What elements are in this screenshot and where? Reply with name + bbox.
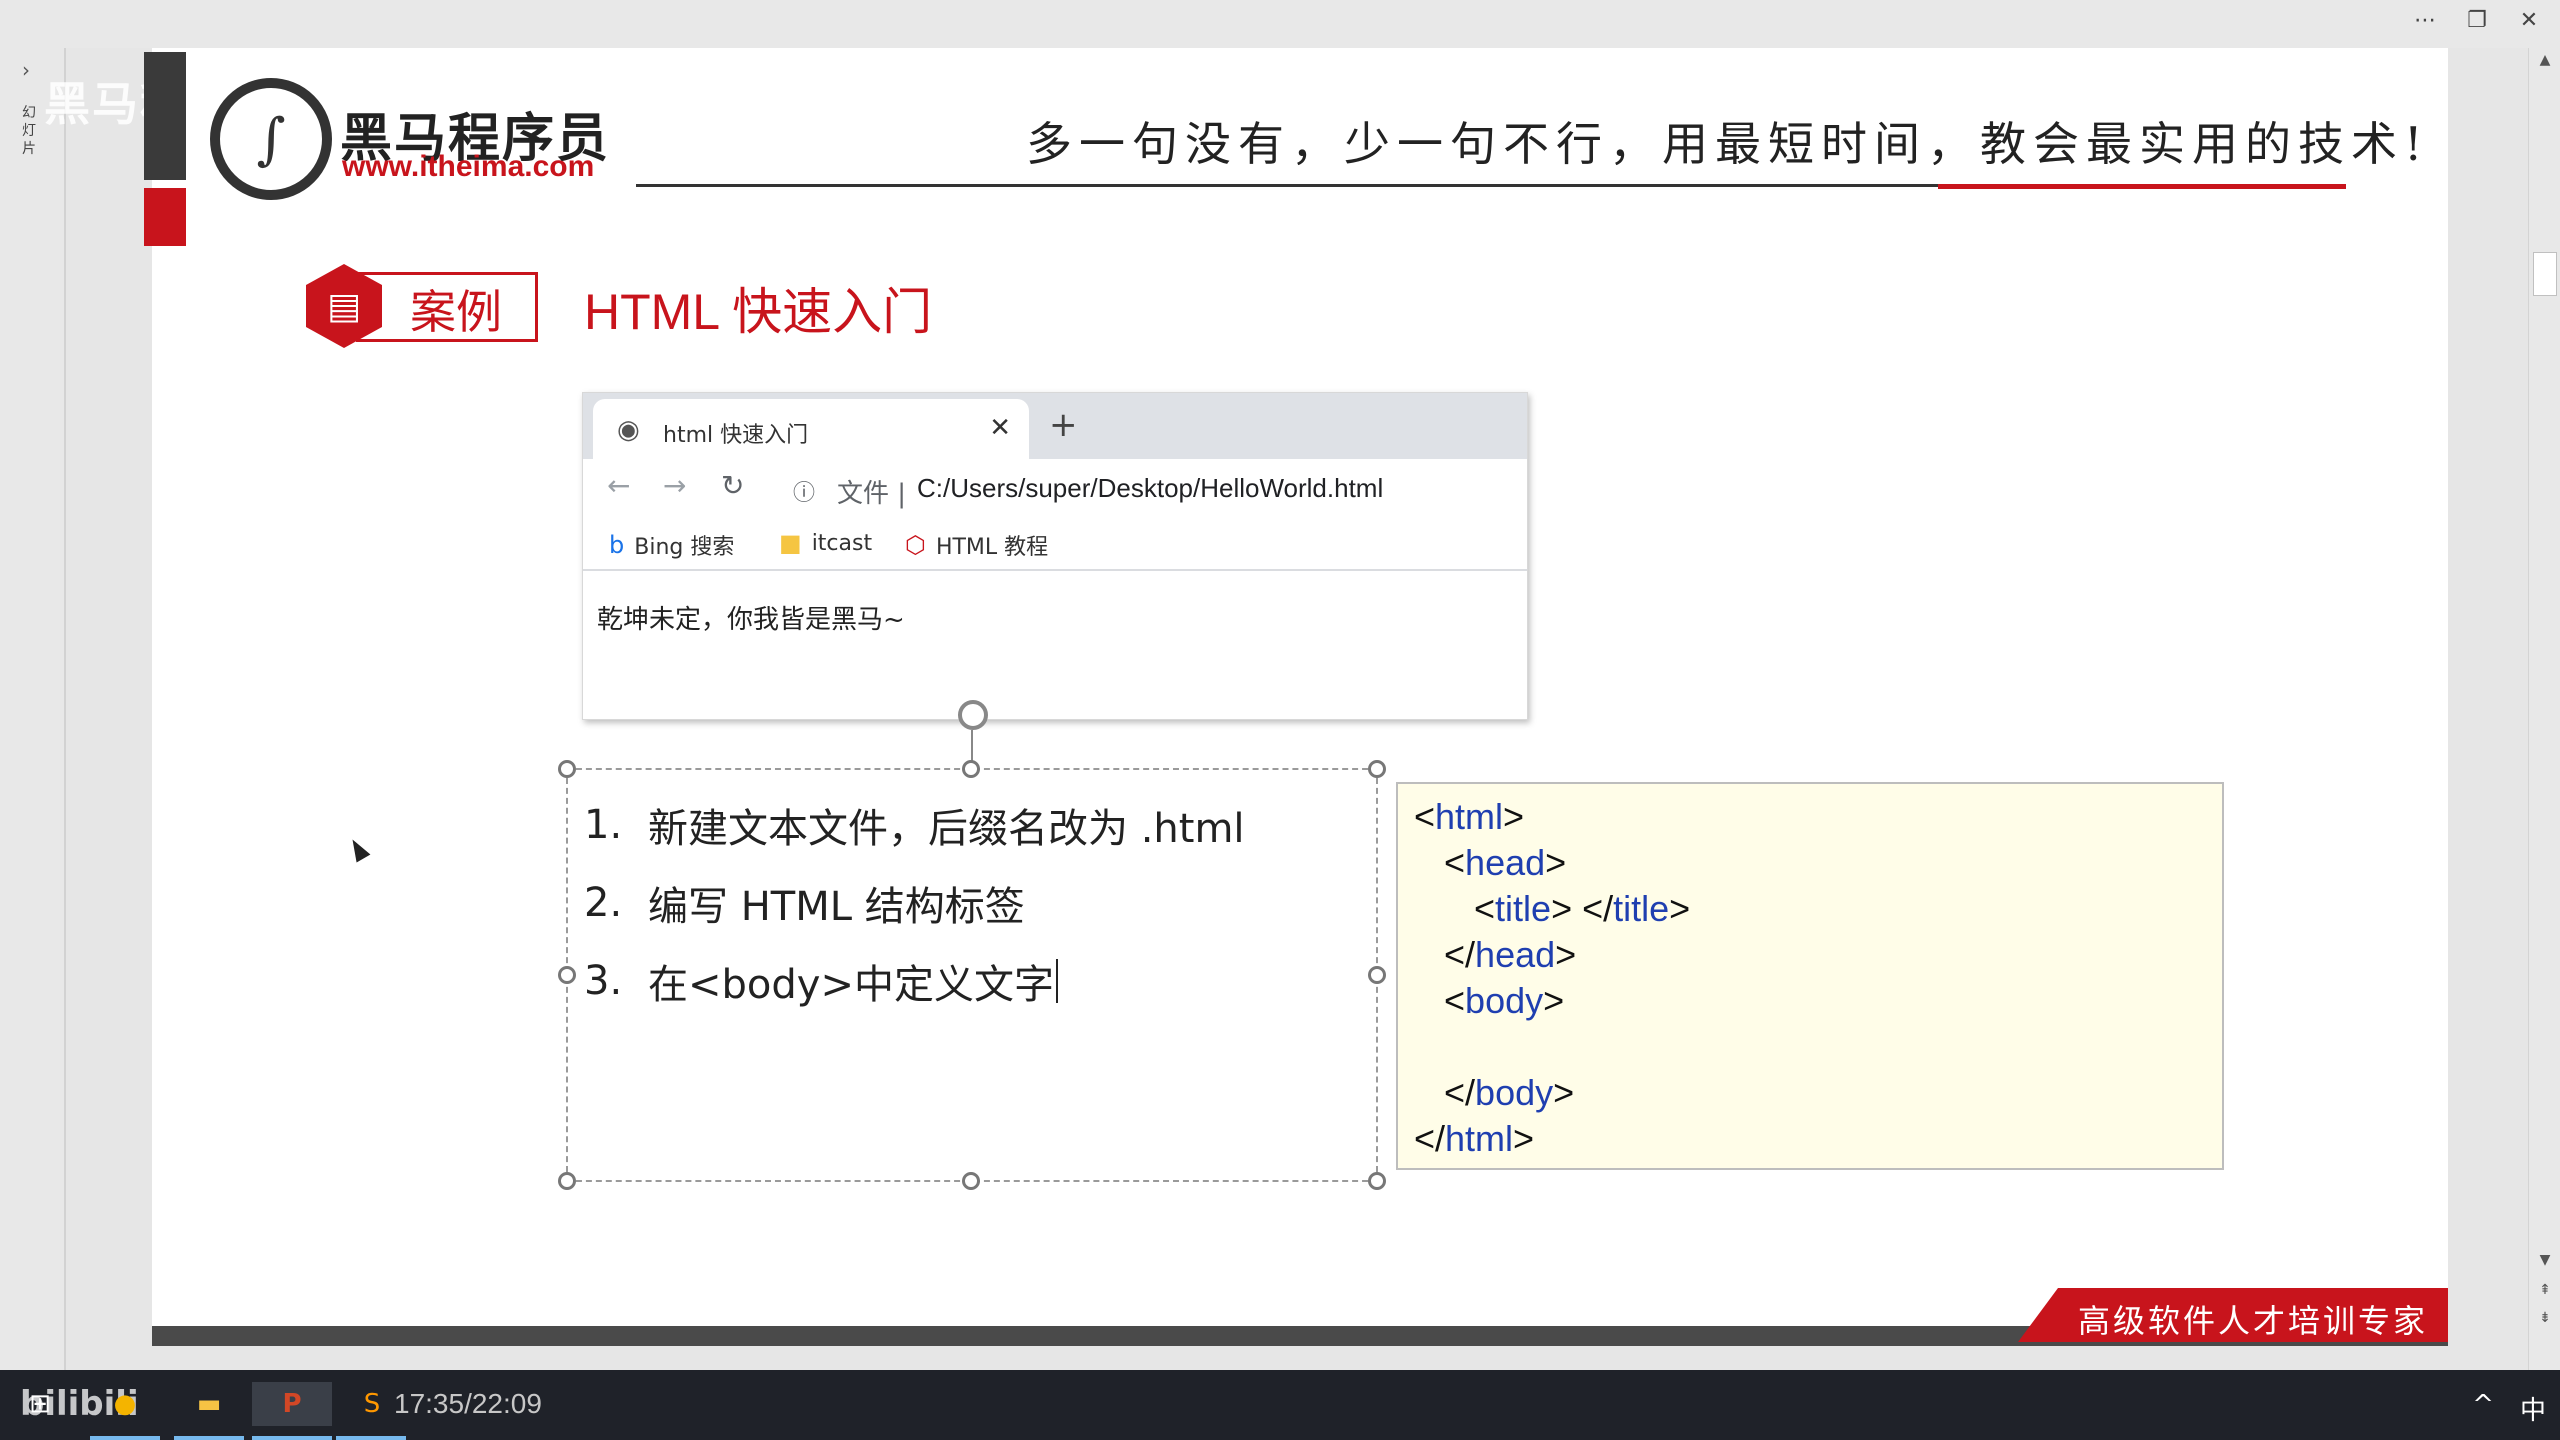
code-line: </body> bbox=[1444, 1072, 1575, 1113]
address-scheme-text: 文件 bbox=[837, 479, 890, 509]
rotate-handle[interactable] bbox=[958, 700, 988, 730]
chrome-icon[interactable]: ● bbox=[100, 1382, 150, 1426]
vertical-scrollbar[interactable]: ▲ ▼ ⇞ ⇟ bbox=[2528, 48, 2560, 1370]
case-badge-label: 案例 bbox=[410, 285, 502, 339]
back-arrow-icon: ← bbox=[607, 469, 631, 502]
restore-icon[interactable]: ❐ bbox=[2460, 4, 2494, 36]
code-line: </html> bbox=[1414, 1118, 1535, 1159]
slide-thumbnail-rail: › 幻灯片 bbox=[0, 48, 66, 1370]
sublime-active-indicator bbox=[336, 1436, 406, 1440]
step-number: 3. bbox=[584, 958, 623, 1004]
chrome-active-indicator bbox=[90, 1436, 160, 1440]
resize-handle-s[interactable] bbox=[962, 1172, 980, 1190]
slide-slogan: 多一句没有，少一句不行，用最短时间，教会最实用的技术! bbox=[1026, 117, 2430, 171]
taskbar: ⊞ bilibili ● ▬ P S 17:35/22:09 ^ 中 bbox=[0, 1370, 2560, 1440]
steps-list[interactable]: 1. 新建文本文件，后缀名改为 .html 2. 编写 HTML 结构标签 3. 在<… bbox=[584, 786, 1245, 1020]
bookmark-bing: b Bing 搜索 bbox=[609, 529, 734, 561]
powerpoint-active-indicator bbox=[252, 1436, 332, 1440]
sublime-text-icon[interactable]: S bbox=[350, 1382, 394, 1426]
browser-tab-bar: ◉ html 快速入门 ✕ + bbox=[583, 393, 1527, 459]
step-text: 编写 HTML 结构标签 bbox=[648, 884, 1025, 930]
rail-label: 幻灯片 bbox=[22, 105, 36, 157]
bookmark-label: Bing 搜索 bbox=[634, 535, 735, 560]
step-number: 2. bbox=[584, 880, 623, 926]
resize-handle-sw[interactable] bbox=[558, 1172, 576, 1190]
resize-handle-se[interactable] bbox=[1368, 1172, 1386, 1190]
browser-toolbar: ← → ↻ ⓘ 文件 | C:/Users/super/Desktop/Hell… bbox=[583, 459, 1527, 515]
bookmark-itcast: ■ itcast bbox=[779, 529, 872, 557]
explorer-active-indicator bbox=[174, 1436, 244, 1440]
video-timestamp: 17:35/22:09 bbox=[394, 1388, 542, 1419]
code-line: <title> </title> bbox=[1474, 888, 1691, 929]
resize-handle-ne[interactable] bbox=[1368, 760, 1386, 778]
code-line: <head> bbox=[1444, 842, 1567, 883]
code-line: <body> bbox=[1444, 980, 1565, 1021]
browser-page-text: 乾坤未定，你我皆是黑马~ bbox=[597, 605, 905, 635]
more-icon[interactable]: ⋯ bbox=[2408, 4, 2442, 36]
html-tutorial-icon: ⬡ bbox=[905, 531, 926, 559]
code-line: <html> bbox=[1414, 796, 1525, 837]
step-number: 1. bbox=[584, 802, 623, 848]
bookmarks-bar: b Bing 搜索 ■ itcast ⬡ HTML 教程 bbox=[583, 515, 1527, 571]
footer-slogan: 高级软件人才培训专家 bbox=[2077, 1302, 2428, 1340]
new-tab-icon: + bbox=[1049, 405, 1078, 445]
logo-url: www.itheima.com bbox=[342, 150, 595, 183]
tray-expand-icon[interactable]: ^ bbox=[2472, 1390, 2494, 1427]
case-badge: ▤ 案例 bbox=[306, 264, 538, 348]
itheima-logo-icon: ∫ bbox=[210, 78, 332, 200]
step-item: 3. 在<body>中定义文字 bbox=[584, 942, 1245, 1020]
step-item: 2. 编写 HTML 结构标签 bbox=[584, 864, 1245, 942]
code-line: </head> bbox=[1444, 934, 1577, 975]
bing-icon: b bbox=[609, 531, 625, 559]
text-caret bbox=[1055, 959, 1058, 1003]
window-controls: ⋯ ❐ ✕ bbox=[2408, 4, 2546, 36]
step-text: 在<body>中定义文字 bbox=[648, 962, 1054, 1008]
html-code-box[interactable]: <html> <head> <title> </title> </head> <… bbox=[1396, 782, 2224, 1170]
scroll-up-icon[interactable]: ▲ bbox=[2535, 52, 2555, 72]
decor-red-square bbox=[144, 188, 186, 246]
close-icon[interactable]: ✕ bbox=[2512, 4, 2546, 36]
address-url: C:/Users/super/Desktop/HelloWorld.html bbox=[917, 473, 1384, 503]
decor-dark-bar bbox=[144, 52, 186, 180]
slide-title: HTML 快速入门 bbox=[584, 284, 933, 340]
ime-indicator[interactable]: 中 bbox=[2520, 1390, 2546, 1427]
scroll-down-icon[interactable]: ▼ bbox=[2535, 1252, 2555, 1272]
resize-handle-nw[interactable] bbox=[558, 760, 576, 778]
next-slide-icon[interactable]: ⇟ bbox=[2535, 1310, 2555, 1330]
powerpoint-icon[interactable]: P bbox=[252, 1382, 332, 1426]
window-title-bar: ⋯ ❐ ✕ bbox=[0, 0, 2560, 48]
system-tray: ^ 中 bbox=[2472, 1390, 2546, 1427]
resize-handle-e[interactable] bbox=[1368, 966, 1386, 984]
step-text: 新建文本文件，后缀名改为 .html bbox=[648, 806, 1245, 852]
reload-icon: ↻ bbox=[721, 469, 745, 502]
resize-handle-w[interactable] bbox=[558, 966, 576, 984]
bookmark-label: HTML 教程 bbox=[935, 535, 1049, 560]
browser-screenshot[interactable]: ◉ html 快速入门 ✕ + ← → ↻ ⓘ 文件 | C:/Users/su… bbox=[582, 392, 1528, 720]
bookmark-html-tutorial: ⬡ HTML 教程 bbox=[905, 529, 1048, 561]
scroll-thumb[interactable] bbox=[2533, 252, 2557, 296]
tab-close-icon: ✕ bbox=[989, 413, 1011, 443]
bookmark-label: itcast bbox=[811, 530, 873, 556]
slogan-underline-accent bbox=[1938, 184, 2346, 189]
resize-handle-n[interactable] bbox=[962, 760, 980, 778]
step-item: 1. 新建文本文件，后缀名改为 .html bbox=[584, 786, 1245, 864]
folder-icon: ■ bbox=[779, 529, 802, 557]
info-icon: ⓘ bbox=[793, 481, 816, 506]
forward-arrow-icon: → bbox=[663, 469, 687, 502]
address-scheme-label: 文件 | bbox=[837, 479, 907, 509]
browser-tab: ◉ html 快速入门 ✕ bbox=[593, 399, 1029, 459]
globe-icon: ◉ bbox=[617, 415, 640, 445]
previous-slide-icon[interactable]: ⇞ bbox=[2535, 1282, 2555, 1302]
browser-tab-title: html 快速入门 bbox=[663, 423, 809, 448]
expand-rail-icon[interactable]: › bbox=[22, 58, 30, 82]
file-explorer-icon[interactable]: ▬ bbox=[184, 1382, 234, 1426]
